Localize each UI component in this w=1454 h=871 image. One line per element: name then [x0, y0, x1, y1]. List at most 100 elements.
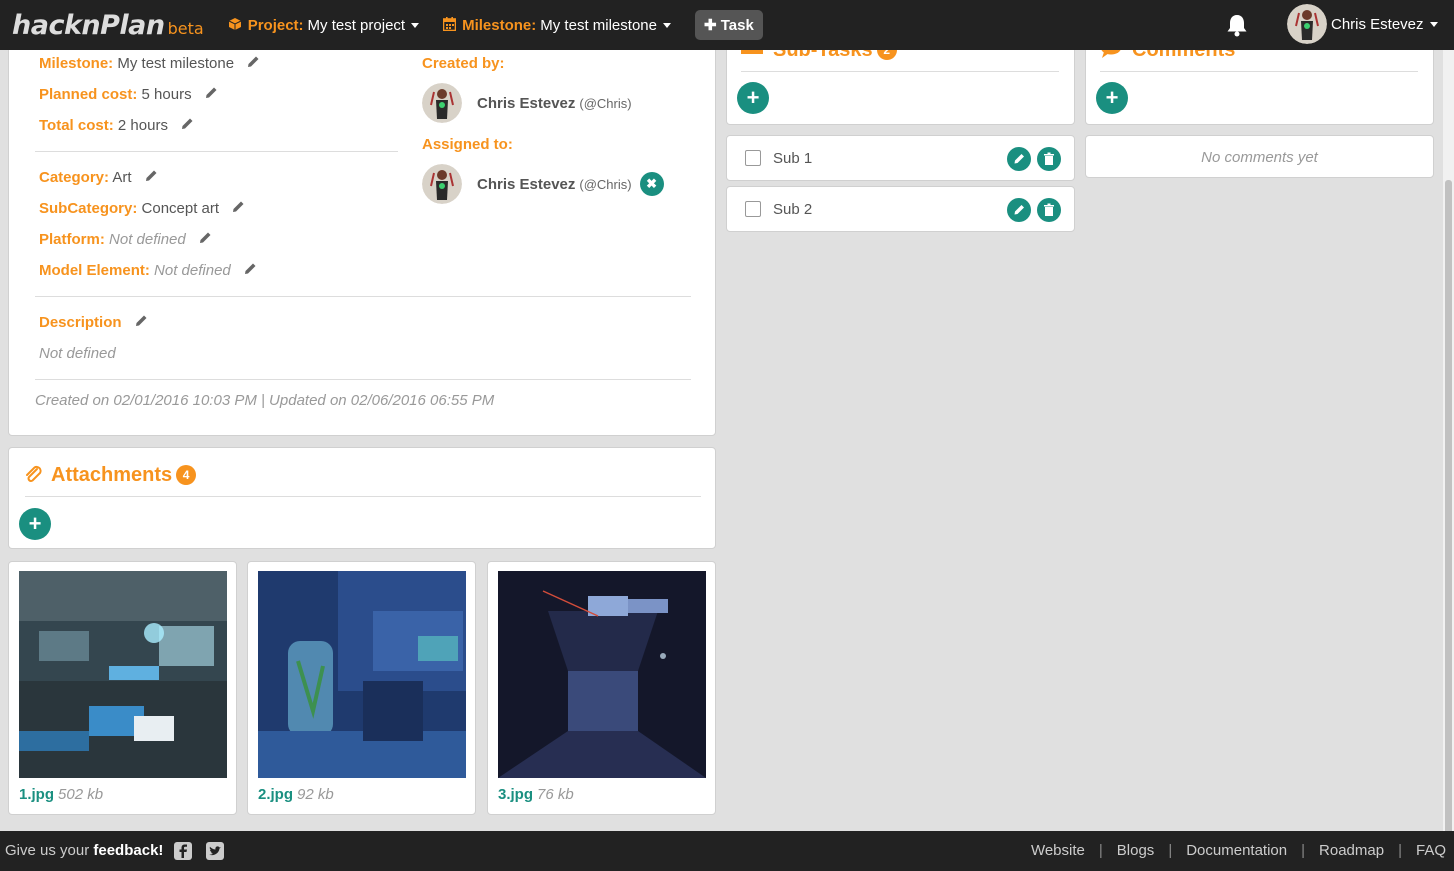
scrollbar-thumb[interactable] — [1445, 180, 1452, 840]
assignee: Chris Estevez (@Chris) ✖ — [422, 164, 664, 204]
calendar-icon — [442, 16, 457, 34]
no-comments-panel: No comments yet — [1085, 135, 1434, 178]
remove-assignee-button[interactable]: ✖ — [639, 172, 664, 196]
footer-link-documentation[interactable]: Documentation — [1186, 842, 1287, 859]
creator: Chris Estevez (@Chris) — [422, 83, 632, 123]
assigned-to-label: Assigned to: — [422, 136, 513, 153]
task-details-card: Milestone: My test milestone Planned cos… — [8, 20, 716, 436]
add-comment-button[interactable]: + — [1096, 82, 1128, 114]
attachment-filesize: 92 kb — [297, 786, 334, 803]
divider — [741, 71, 1059, 72]
divider — [35, 379, 691, 380]
creator-name: Chris Estevez — [477, 94, 576, 112]
trash-icon — [1044, 152, 1054, 165]
subtask-checkbox[interactable] — [745, 201, 761, 217]
total-cost-field: Total cost: 2 hours — [39, 117, 194, 134]
attachment-card[interactable]: 2.jpg 92 kb — [247, 561, 476, 815]
add-subtask-button[interactable]: + — [737, 82, 769, 114]
edit-subtask-button[interactable] — [1007, 198, 1031, 222]
edit-pencil-icon[interactable] — [144, 169, 158, 183]
footer: Give us your feedback! Website | Blogs | D… — [0, 831, 1454, 871]
attachments-title: Attachments 4 — [51, 464, 197, 487]
trash-icon — [1044, 203, 1054, 216]
edit-pencil-icon[interactable] — [180, 117, 194, 131]
assignee-handle: (@Chris) — [579, 176, 632, 192]
plus-icon: ✚ — [703, 17, 721, 34]
divider — [35, 151, 398, 152]
beta-label: beta — [167, 18, 204, 38]
user-menu[interactable]: Chris Estevez — [1287, 4, 1438, 44]
attachment-card[interactable]: 3.jpg 76 kb — [487, 561, 716, 815]
feedback-link[interactable]: Give us your feedback! — [5, 842, 163, 859]
edit-pencil-icon[interactable] — [246, 55, 260, 69]
subtask-row: Sub 2 — [726, 186, 1075, 232]
subcategory-field: SubCategory: Concept art — [39, 200, 245, 217]
avatar — [422, 83, 462, 123]
attachment-filename[interactable]: 2.jpg 92 kb — [258, 786, 334, 803]
category-field: Category: Art — [39, 169, 158, 186]
model-element-field: Model Element: Not defined — [39, 262, 257, 279]
chevron-down-icon — [1429, 21, 1438, 27]
notifications-bell-icon[interactable] — [1226, 13, 1248, 37]
subtask-row: Sub 1 — [726, 135, 1075, 181]
facebook-icon[interactable] — [174, 842, 192, 860]
attachment-thumbnail[interactable] — [498, 571, 706, 778]
pencil-icon — [1014, 154, 1024, 164]
paperclip-icon — [26, 465, 42, 482]
planned-cost-field: Planned cost: 5 hours — [39, 86, 218, 103]
top-navbar: hacknPlan beta Project: My test project M… — [0, 0, 1454, 50]
attachment-filesize: 76 kb — [537, 786, 574, 803]
attachment-filename[interactable]: 1.jpg 502 kb — [19, 786, 103, 803]
created-by-label: Created by: — [422, 55, 505, 72]
edit-pencil-icon[interactable] — [134, 314, 148, 328]
platform-field: Platform: Not defined — [39, 231, 212, 248]
attachment-filename[interactable]: 3.jpg 76 kb — [498, 786, 574, 803]
edit-pencil-icon[interactable] — [198, 231, 212, 245]
footer-link-roadmap[interactable]: Roadmap — [1319, 842, 1384, 859]
divider — [35, 296, 691, 297]
page-scrollbar[interactable] — [1443, 50, 1454, 840]
attachments-count-badge: 4 — [176, 465, 197, 485]
footer-link-blogs[interactable]: Blogs — [1117, 842, 1155, 859]
edit-pencil-icon[interactable] — [204, 86, 218, 100]
subtask-checkbox[interactable] — [745, 150, 761, 166]
chevron-down-icon — [662, 22, 671, 28]
attachment-card[interactable]: 1.jpg 502 kb — [8, 561, 237, 815]
add-attachment-button[interactable]: + — [19, 508, 51, 540]
attachment-filesize: 502 kb — [58, 786, 104, 803]
add-task-button[interactable]: ✚ Task — [694, 10, 763, 40]
edit-subtask-button[interactable] — [1007, 147, 1031, 171]
divider — [25, 496, 701, 497]
delete-subtask-button[interactable] — [1037, 198, 1061, 222]
no-comments-text: No comments yet — [1201, 149, 1318, 166]
attachment-thumbnail[interactable] — [19, 571, 227, 778]
edit-pencil-icon[interactable] — [231, 200, 245, 214]
footer-links: Website | Blogs | Documentation | Roadmap | … — [1030, 842, 1446, 859]
description-header: Description — [39, 314, 148, 331]
app-logo[interactable]: hacknPlan beta — [12, 10, 204, 41]
subtask-label: Sub 2 — [773, 201, 813, 218]
avatar — [422, 164, 462, 204]
milestone-name: My test milestone — [540, 16, 657, 34]
cube-icon — [228, 17, 242, 34]
twitter-icon[interactable] — [206, 842, 224, 860]
creator-handle: (@Chris) — [579, 95, 632, 111]
assignee-name: Chris Estevez — [477, 175, 576, 193]
pencil-icon — [1014, 205, 1024, 215]
milestone-label: Milestone: — [462, 16, 537, 34]
user-name: Chris Estevez — [1331, 15, 1424, 33]
timestamps: Created on 02/01/2016 10:03 PM | Updated… — [35, 392, 495, 409]
attachments-card: Attachments 4 + — [8, 447, 716, 549]
footer-link-faq[interactable]: FAQ — [1416, 842, 1446, 859]
project-name: My test project — [307, 16, 406, 34]
milestone-dropdown[interactable]: Milestone: My test milestone — [442, 16, 671, 34]
project-dropdown[interactable]: Project: My test project — [228, 16, 420, 34]
edit-pencil-icon[interactable] — [243, 262, 257, 276]
milestone-field: Milestone: My test milestone — [39, 55, 260, 72]
attachment-thumbnail[interactable] — [258, 571, 466, 778]
project-label: Project: — [247, 16, 304, 34]
chevron-down-icon — [411, 22, 420, 28]
delete-subtask-button[interactable] — [1037, 147, 1061, 171]
subtask-label: Sub 1 — [773, 150, 813, 167]
footer-link-website[interactable]: Website — [1031, 842, 1085, 859]
